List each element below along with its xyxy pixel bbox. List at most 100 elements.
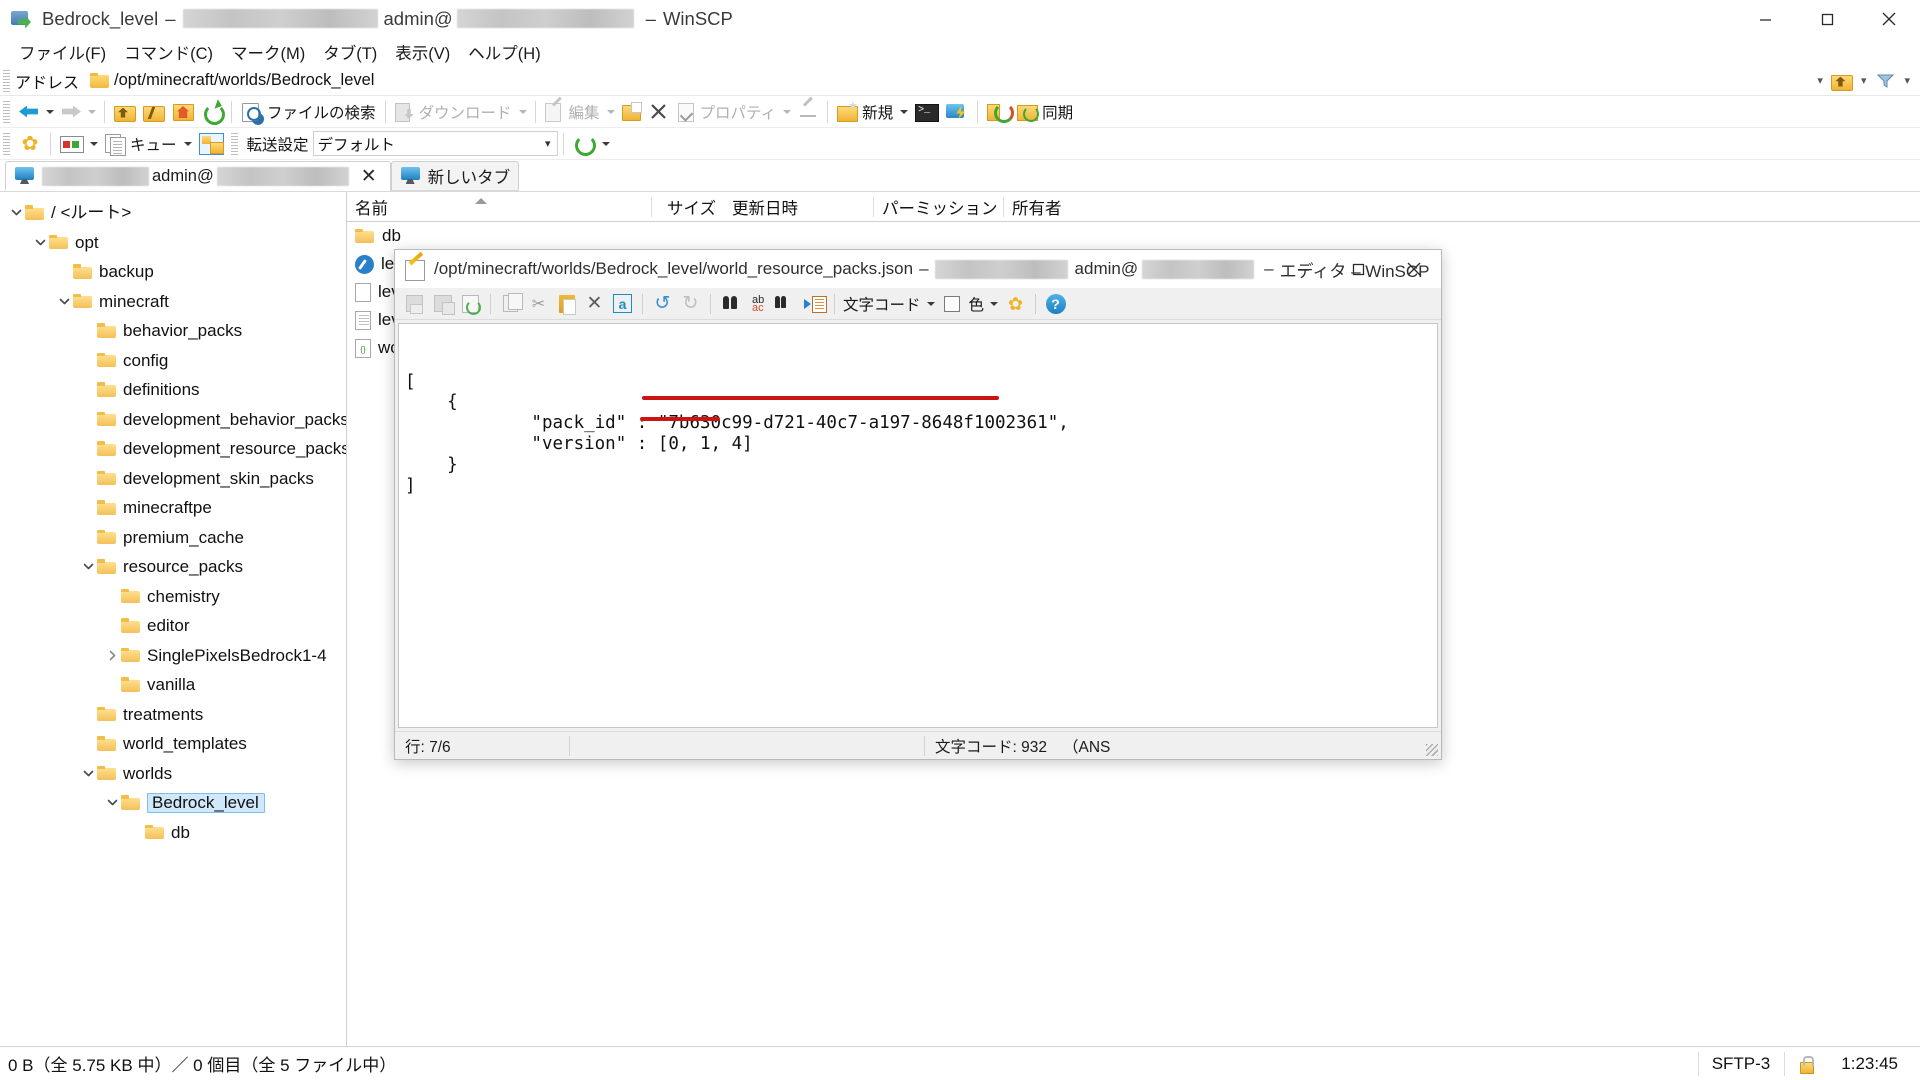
queue-button[interactable]: キュー [101,130,181,158]
new-button[interactable]: 新規 [833,98,897,126]
editor-minimize-button[interactable] [1276,250,1331,288]
editor-replace-button[interactable] [745,291,772,317]
edit-button[interactable]: 編集 [541,98,604,126]
tree-item-resource-packs[interactable]: resource_packs [0,552,346,582]
editor-reload-button[interactable] [457,291,484,317]
chevron-down-icon[interactable] [80,765,97,782]
editor-select-all-button[interactable]: a [609,291,636,317]
tree-item-behavior-packs[interactable]: behavior_packs [0,316,346,346]
table-row[interactable]: db [347,222,1920,250]
editor-help-button[interactable]: ? [1042,291,1069,317]
toolbar-grip-icon-2[interactable] [3,132,10,155]
column-permissions[interactable]: パーミッション [874,192,1004,222]
filter-dropdown[interactable]: ▾ [1900,74,1914,87]
panes-layout-button[interactable] [56,130,87,158]
tree-item-development-resource-packs[interactable]: development_resource_packs [0,434,346,464]
close-button[interactable] [1858,0,1920,38]
new-caret-icon[interactable] [900,109,909,114]
column-owner[interactable]: 所有者 [1004,192,1124,222]
menu-command[interactable]: コマンド(C) [117,38,220,66]
refresh-session-caret-icon[interactable] [601,141,610,146]
maximize-button[interactable] [1796,0,1858,38]
chevron-down-icon[interactable] [56,293,73,310]
chevron-down-icon[interactable] [80,558,97,575]
editor-text-area[interactable]: [ { "pack_id" : "7b630c99-d721-40c7-a197… [398,323,1438,728]
tree-item-opt[interactable]: opt [0,228,346,258]
editor-resize-grip[interactable] [1426,744,1438,756]
home-directory-button[interactable] [168,98,198,126]
properties-button[interactable]: プロパティ [673,98,781,126]
refresh-button[interactable] [198,98,226,126]
properties-caret-icon[interactable] [783,109,792,114]
minimize-button[interactable] [1734,0,1796,38]
bookmark-dropdown[interactable]: ▾ [1857,74,1871,87]
column-size[interactable]: サイズ [652,192,724,222]
panes-caret-icon[interactable] [90,141,98,146]
tree-item--[interactable]: / <ルート> [0,198,346,228]
editor-close-button[interactable] [1386,250,1441,288]
forward-history-caret-icon[interactable] [88,109,96,114]
session-tab-close-icon[interactable]: ✕ [356,167,382,186]
menu-view[interactable]: 表示(V) [388,38,457,66]
queue-caret-icon[interactable] [183,141,192,146]
editor-find-next-button[interactable] [773,291,800,317]
transfer-settings-caret-icon[interactable]: ▾ [545,137,551,150]
tree-item-treatments[interactable]: treatments [0,700,346,730]
transfer-settings-icon-button[interactable] [195,130,228,158]
editor-copy-button[interactable] [497,291,524,317]
open-putty-button[interactable] [942,98,972,126]
tree-item-development-skin-packs[interactable]: development_skin_packs [0,464,346,494]
preferences-button[interactable]: ✿ [15,130,45,158]
tree-item-singlepixelsbedrock1-4[interactable]: SinglePixelsBedrock1-4 [0,641,346,671]
duplicate-button[interactable] [618,98,645,126]
column-name[interactable]: 名前 [347,192,652,222]
tree-item-vanilla[interactable]: vanilla [0,670,346,700]
tree-item-db[interactable]: db [0,818,346,848]
menu-tab[interactable]: タブ(T) [316,38,384,66]
editor-paste-button[interactable] [553,291,580,317]
toolbar-grip-icon-3[interactable] [230,132,238,155]
menu-help[interactable]: ヘルプ(H) [461,38,547,66]
editor-redo-button[interactable]: ↻ [677,291,704,317]
back-button[interactable] [15,98,43,126]
directory-tree-pane[interactable]: / <ルート> opt backup minecraft behavior_packs c… [0,192,347,1046]
edit-caret-icon[interactable] [606,109,615,114]
transfer-settings-combo[interactable]: デフォルト ▾ [312,131,558,156]
chevron-right-icon[interactable] [104,647,121,664]
synchronize-button[interactable]: 同期 [1013,98,1077,126]
menu-mark[interactable]: マーク(M) [224,38,312,66]
download-caret-icon[interactable] [518,109,527,114]
editor-maximize-button[interactable] [1331,250,1386,288]
root-directory-button[interactable] [139,98,168,126]
chevron-down-icon[interactable] [104,794,121,811]
tree-item-development-behavior-packs[interactable]: development_behavior_packs [0,405,346,435]
keep-remote-updated-button[interactable] [983,98,1015,126]
editor-color-caret-icon[interactable] [990,301,999,306]
editor-undo-button[interactable]: ↺ [649,291,676,317]
file-search-button[interactable]: ファイルの検索 [237,98,380,126]
editor-save-button[interactable] [401,291,428,317]
session-tab-active[interactable]: admin@ ✕ [5,161,391,191]
chevron-down-icon[interactable] [8,204,25,221]
tree-item-worlds[interactable]: worlds [0,759,346,789]
editor-cut-button[interactable]: ✂ [525,291,552,317]
tree-item-bedrock-level[interactable]: Bedrock_level [0,788,346,818]
editor-goto-line-button[interactable] [801,291,828,317]
refresh-session-button[interactable] [569,130,599,158]
editor-encoding-caret-icon[interactable] [926,301,935,306]
parent-directory-button[interactable] [110,98,139,126]
editor-color-button[interactable]: 色 [967,291,987,317]
editor-encoding-button[interactable]: 文字コード [841,291,923,317]
toolbar-grip-icon-1[interactable] [3,100,10,123]
tree-item-definitions[interactable]: definitions [0,375,346,405]
open-terminal-button[interactable] [911,98,942,126]
filter-icon[interactable] [1872,69,1898,93]
tree-item-chemistry[interactable]: chemistry [0,582,346,612]
forward-button[interactable] [57,98,85,126]
address-history-dropdown[interactable]: ▾ [1813,74,1827,87]
download-button[interactable]: ダウンロード [391,98,516,126]
tree-item-minecraftpe[interactable]: minecraftpe [0,493,346,523]
tree-item-minecraft[interactable]: minecraft [0,287,346,317]
chevron-down-icon[interactable] [32,234,49,251]
tree-item-world-templates[interactable]: world_templates [0,729,346,759]
